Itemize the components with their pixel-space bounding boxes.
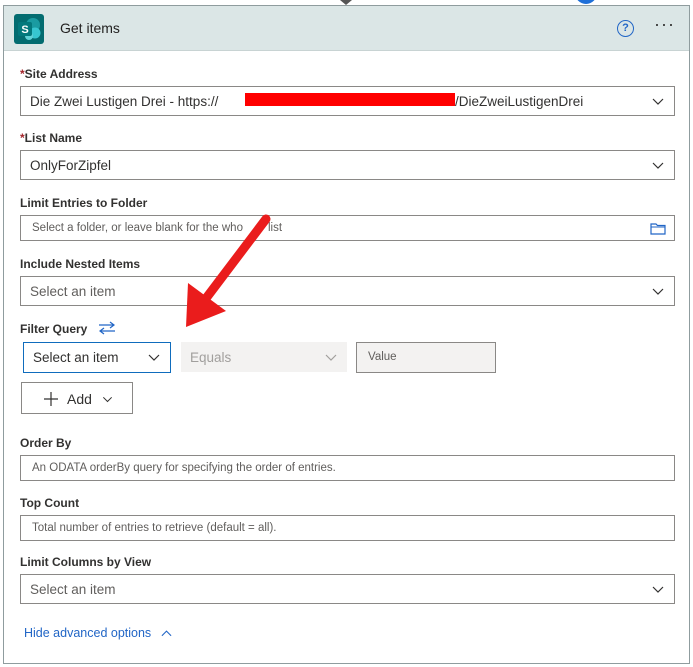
top-count-input[interactable]: Total number of entries to retrieve (def… [20,515,675,541]
chevron-down-icon[interactable] [652,285,664,297]
order-by-input[interactable]: An ODATA orderBy query for specifying th… [20,455,675,481]
folder-icon[interactable] [650,222,666,235]
get-items-action-card: S Get items ? ··· *Site Address Die Zwei… [3,5,690,664]
order-by-placeholder: An ODATA orderBy query for specifying th… [32,462,336,474]
chevron-up-icon [161,630,172,637]
nested-items-dropdown[interactable]: Select an item [20,276,675,306]
top-count-label: Top Count [20,496,80,510]
limit-columns-label: Limit Columns by View [20,555,152,569]
card-header[interactable]: S Get items ? ··· [4,6,689,51]
filter-operator-value: Equals [190,350,232,365]
nested-items-value: Select an item [30,284,116,299]
logo-letter: S [21,24,28,36]
chevron-down-icon[interactable] [652,159,664,171]
list-name-dropdown[interactable]: OnlyForZipfel [20,150,675,180]
filter-field-dropdown[interactable]: Select an item [23,342,171,373]
switch-mode-icon[interactable] [98,321,116,335]
site-address-label-text: Site Address [24,67,98,81]
chevron-down-icon[interactable] [652,95,664,107]
filter-value-placeholder: Value [368,351,397,363]
chevron-down-icon[interactable] [325,351,337,363]
sharepoint-logo-icon: S [14,14,44,44]
add-button-label: Add [67,391,92,407]
list-name-label-text: List Name [24,131,83,145]
nested-items-label: Include Nested Items [20,257,141,271]
top-status-dot [575,0,597,4]
chevron-down-icon [102,396,113,403]
filter-value-input[interactable]: Value [356,342,496,373]
hide-advanced-label: Hide advanced options [24,626,152,640]
limit-columns-value: Select an item [30,582,116,597]
filter-operator-dropdown[interactable]: Equals [181,342,347,372]
site-address-value-prefix: Die Zwei Lustigen Drei - https:// [30,94,219,109]
chevron-down-icon[interactable] [652,583,664,595]
action-title: Get items [60,20,120,36]
help-icon[interactable]: ? [617,20,634,37]
limit-folder-input[interactable]: Select a folder, or leave blank for the … [20,215,675,241]
more-options-icon[interactable]: ··· [654,14,675,35]
hide-advanced-options-link[interactable]: Hide advanced options [24,626,172,640]
top-count-placeholder: Total number of entries to retrieve (def… [32,522,277,534]
plus-icon [44,392,58,406]
list-name-label: *List Name [20,131,82,145]
site-address-label: *Site Address [20,67,98,81]
site-address-dropdown[interactable]: Die Zwei Lustigen Drei - https:// /DieZw… [20,86,675,116]
limit-folder-label: Limit Entries to Folder [20,196,148,210]
chevron-down-icon[interactable] [148,351,160,363]
filter-query-label: Filter Query [20,322,88,336]
filter-field-value: Select an item [33,350,119,365]
site-address-value-suffix: /DieZweiLustigenDrei [455,94,584,109]
list-name-value: OnlyForZipfel [30,158,112,173]
limit-columns-dropdown[interactable]: Select an item [20,574,675,604]
annotation-arrow [186,214,271,327]
add-filter-button[interactable]: Add [21,382,133,414]
redaction-bar [245,93,455,106]
order-by-label: Order By [20,436,72,450]
